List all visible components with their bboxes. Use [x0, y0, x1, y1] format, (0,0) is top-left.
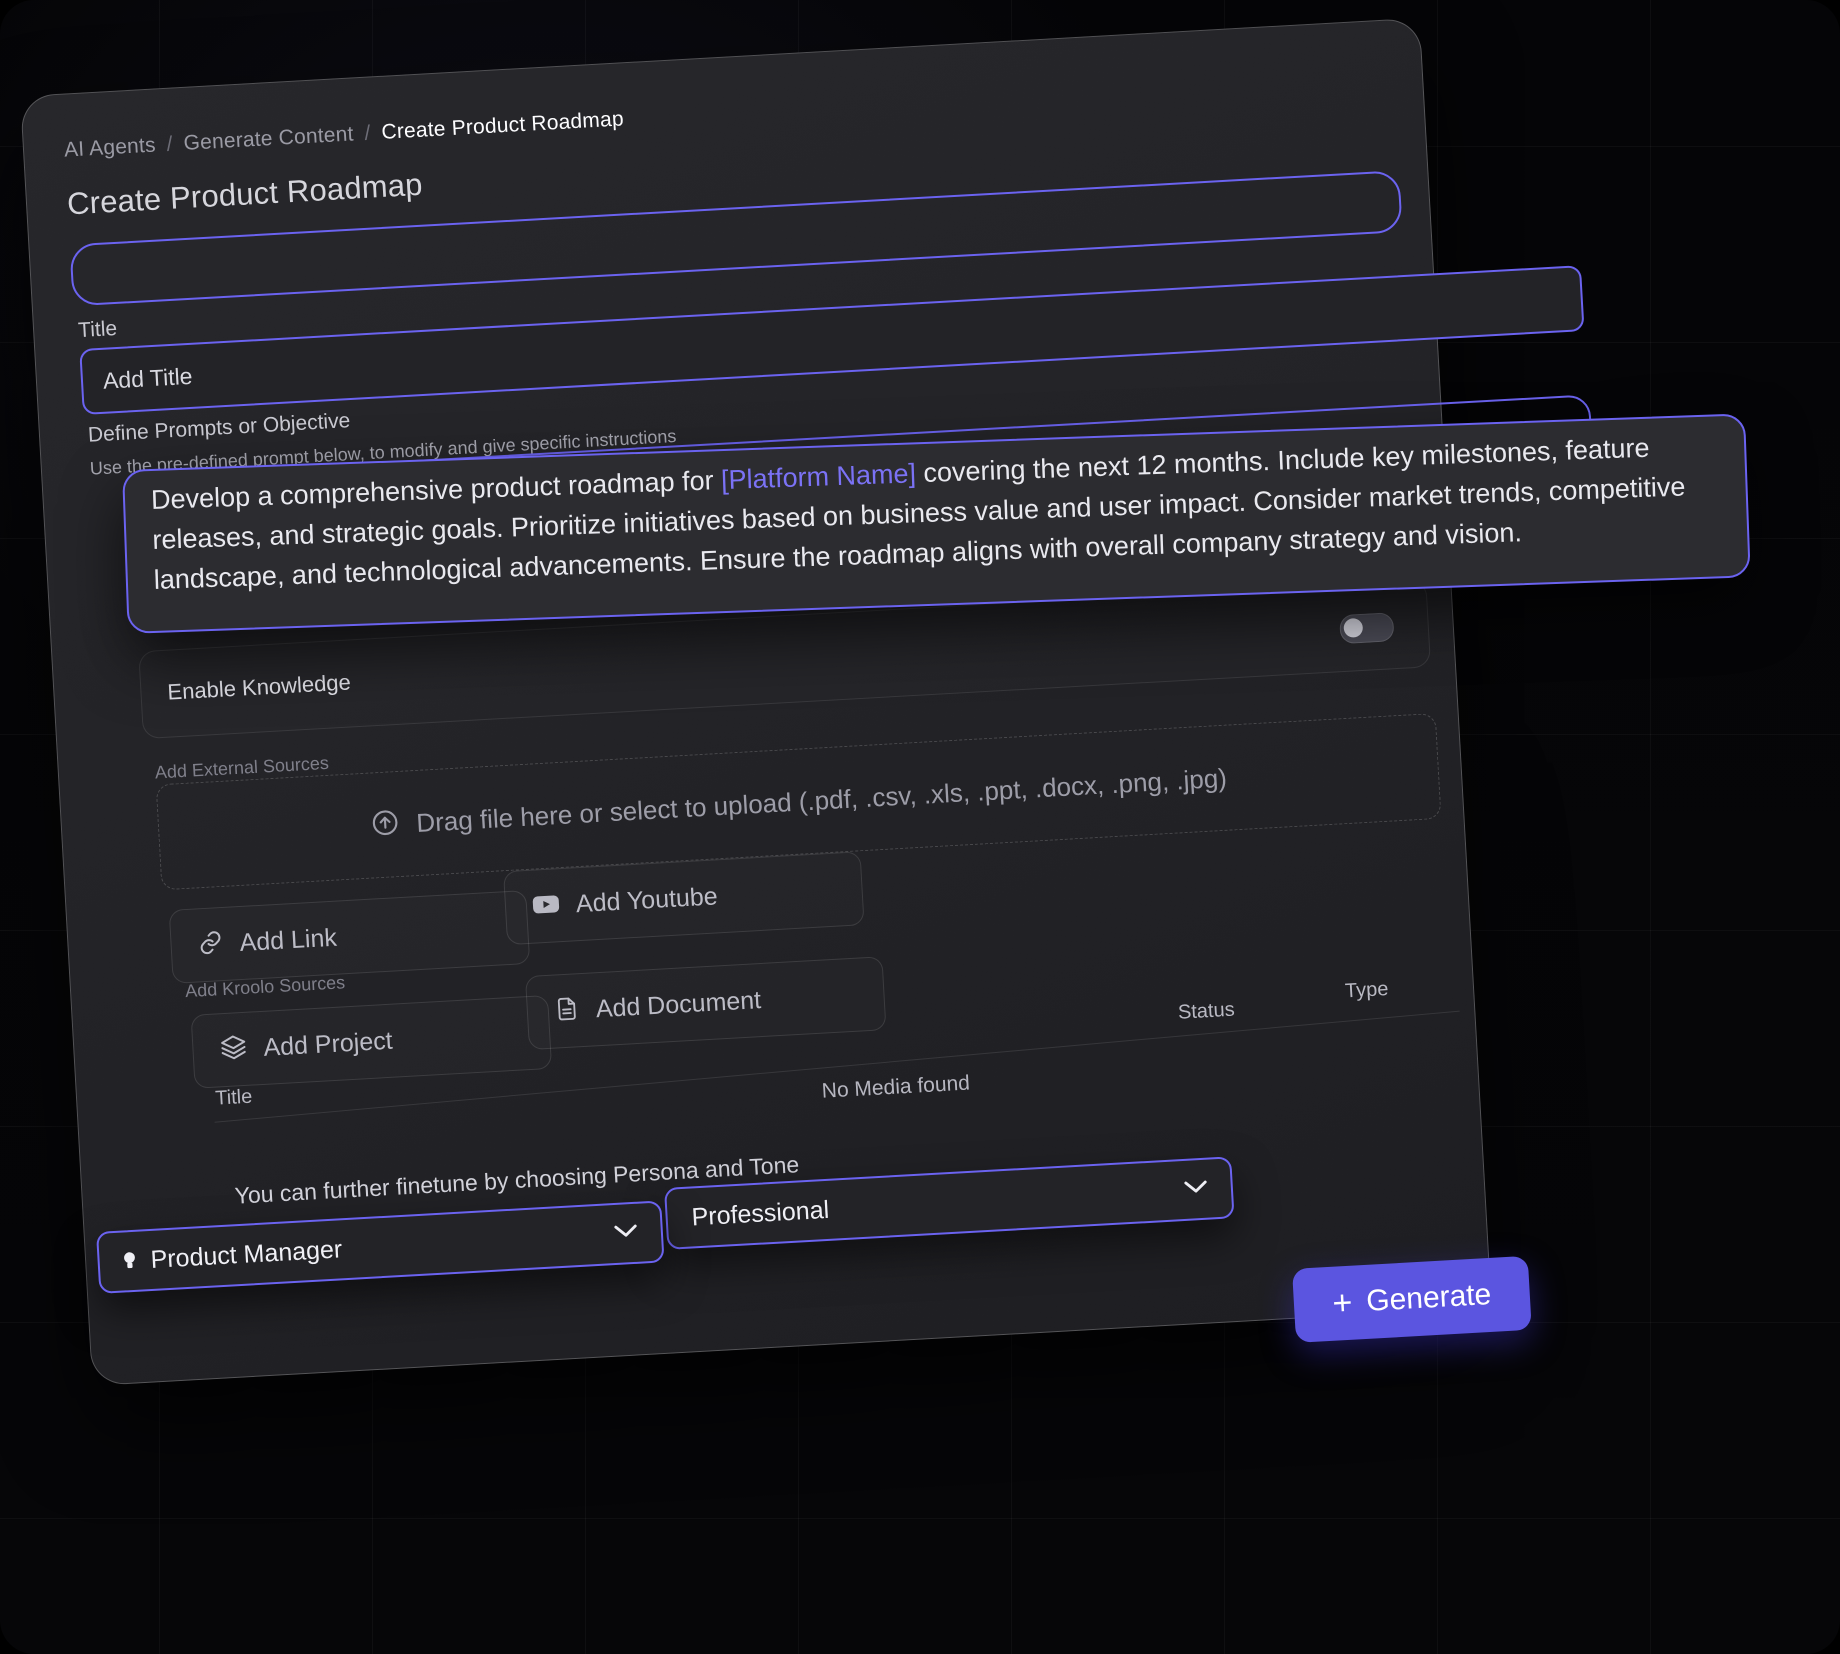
tone-value: Professional: [690, 1195, 830, 1231]
add-youtube-label: Add Youtube: [575, 881, 719, 918]
plus-icon: +: [1331, 1283, 1354, 1323]
add-link-label: Add Link: [238, 923, 338, 957]
add-document-label: Add Document: [595, 985, 762, 1023]
layers-icon: [219, 1032, 249, 1067]
title-input-placeholder: Add Title: [102, 362, 194, 394]
table-column-title: Title: [214, 1085, 253, 1110]
add-document-button[interactable]: Add Document: [524, 956, 887, 1051]
persona-value: Product Manager: [149, 1234, 343, 1274]
breadcrumb-item-ai-agents[interactable]: AI Agents: [63, 134, 156, 163]
add-project-label: Add Project: [262, 1026, 394, 1062]
table-empty-state: No Media found: [821, 1071, 971, 1103]
bulb-icon: [121, 1250, 138, 1273]
chevron-down-icon: [1182, 1178, 1209, 1200]
add-link-button[interactable]: Add Link: [168, 889, 531, 984]
title-label: Title: [77, 316, 118, 343]
document-icon: [553, 994, 581, 1028]
page-title: Create Product Roadmap: [66, 166, 424, 222]
enable-knowledge-label: Enable Knowledge: [166, 669, 352, 705]
enable-knowledge-toggle[interactable]: [1339, 612, 1395, 645]
breadcrumb-item-current: Create Product Roadmap: [380, 107, 625, 144]
upload-cloud-icon: [369, 806, 401, 843]
breadcrumb: AI Agents / Generate Content / Create Pr…: [63, 107, 624, 162]
toggle-knob: [1343, 617, 1364, 638]
youtube-icon: [531, 892, 560, 921]
prompt-label: Define Prompts or Objective: [87, 409, 351, 447]
breadcrumb-separator: /: [363, 121, 372, 145]
add-project-button[interactable]: Add Project: [190, 994, 553, 1089]
link-icon: [197, 928, 225, 960]
table-column-type: Type: [1344, 978, 1389, 1003]
chevron-down-icon: [612, 1222, 639, 1244]
generate-label: Generate: [1365, 1277, 1493, 1318]
generate-button[interactable]: + Generate: [1292, 1255, 1532, 1343]
breadcrumb-separator: /: [165, 132, 174, 156]
breadcrumb-item-generate-content[interactable]: Generate Content: [183, 122, 354, 155]
table-column-status: Status: [1177, 998, 1236, 1024]
dropzone-text: Drag file here or select to upload (.pdf…: [415, 762, 1228, 838]
prompt-placeholder-token: [Platform Name]: [720, 458, 917, 496]
create-product-roadmap-card: AI Agents / Generate Content / Create Pr…: [20, 17, 1585, 1386]
